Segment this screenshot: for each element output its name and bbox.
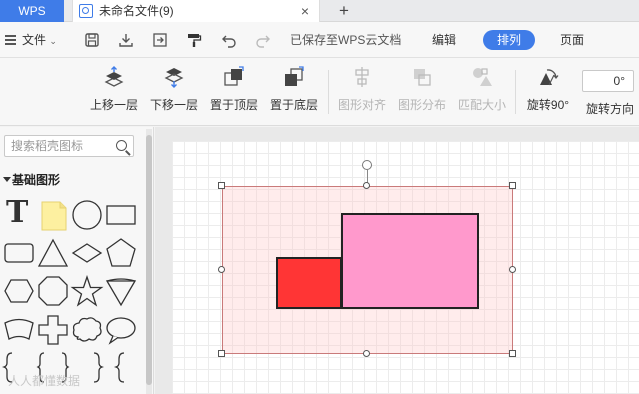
- resize-handle-top-left[interactable]: [218, 182, 225, 189]
- send-to-bottom-button[interactable]: 置于底层: [264, 66, 324, 113]
- rotate-direction-label: 旋转方向: [585, 102, 634, 116]
- file-menu[interactable]: 文件 ⌄: [22, 22, 57, 58]
- bring-to-top-label: 置于顶层: [209, 98, 258, 112]
- watermark: 人人都懂数据: [8, 374, 81, 388]
- move-down-icon: [163, 66, 185, 88]
- tab-bar: WPS 未命名文件(9) × +: [0, 0, 639, 22]
- collapse-triangle-icon: [3, 177, 11, 182]
- export-icon[interactable]: [150, 22, 170, 58]
- resize-handle-bottom-left[interactable]: [218, 350, 225, 357]
- cross-shape[interactable]: [36, 313, 70, 347]
- send-to-back-icon: [283, 66, 305, 88]
- bring-to-top-button[interactable]: 置于顶层: [204, 66, 264, 113]
- move-down-button[interactable]: 下移一层: [144, 66, 204, 113]
- menu-edit[interactable]: 编辑: [432, 22, 456, 58]
- rectangle-shape[interactable]: [104, 199, 138, 233]
- text-shape-glyph: T: [6, 195, 29, 230]
- basic-shapes-title: 基础图形: [12, 173, 61, 187]
- toolbar-divider: [328, 70, 329, 114]
- search-icon[interactable]: [116, 140, 127, 151]
- pink-rectangle[interactable]: [341, 213, 479, 309]
- file-menu-label: 文件: [22, 33, 47, 47]
- align-icon: [351, 66, 373, 88]
- wps-home-tab[interactable]: WPS: [0, 0, 64, 22]
- distribute-button[interactable]: 图形分布: [392, 66, 452, 113]
- panel-scrollbar[interactable]: [146, 129, 152, 394]
- close-tab-icon[interactable]: ×: [301, 0, 309, 22]
- bring-to-front-icon: [223, 66, 245, 88]
- save-status: 已保存至WPS云文档: [290, 33, 402, 47]
- triangle-shape[interactable]: [36, 237, 70, 271]
- text-shape[interactable]: T: [2, 195, 36, 233]
- rotate-icon: [537, 66, 559, 88]
- match-size-label: 匹配大小: [457, 98, 506, 112]
- distribute-label: 图形分布: [397, 98, 446, 112]
- toolbar-divider: [515, 70, 516, 114]
- menu-arrange[interactable]: 排列: [483, 30, 535, 50]
- arrange-toolbar: 上移一层 下移一层 置于顶层 置于底层 图形对齐 图形分布 匹配大小 旋转90°…: [0, 58, 639, 126]
- match-size-button[interactable]: 匹配大小: [452, 66, 512, 113]
- format-painter-icon[interactable]: [184, 22, 204, 58]
- rounded-rectangle-shape[interactable]: [2, 237, 36, 271]
- menu-bar: 文件 ⌄ 已保存至WPS云文档 编辑 排列 页面: [0, 22, 639, 58]
- distribute-icon: [411, 66, 433, 88]
- align-label: 图形对齐: [337, 98, 386, 112]
- rotation-handle[interactable]: [362, 160, 372, 170]
- rotate-direction-button[interactable]: 旋转方向: [580, 100, 639, 117]
- align-button[interactable]: 图形对齐: [332, 66, 392, 113]
- rotation-input[interactable]: 0°: [582, 70, 634, 92]
- resize-handle-top-right[interactable]: [509, 182, 516, 189]
- search-placeholder: 搜索稻壳图标: [11, 139, 84, 153]
- octagon-shape[interactable]: [36, 275, 70, 309]
- undo-icon[interactable]: [219, 22, 239, 58]
- shield-shape[interactable]: [104, 275, 138, 309]
- send-to-bottom-label: 置于底层: [269, 98, 318, 112]
- scrollbar-thumb[interactable]: [146, 135, 152, 385]
- menu-page[interactable]: 页面: [560, 22, 584, 58]
- download-icon[interactable]: [116, 22, 136, 58]
- save-icon[interactable]: [82, 22, 102, 58]
- redo-icon[interactable]: [253, 22, 273, 58]
- move-up-icon: [103, 66, 125, 88]
- circle-shape[interactable]: [70, 199, 104, 233]
- cloud-shape[interactable]: [70, 313, 104, 347]
- rotate-90-button[interactable]: 旋转90°: [518, 66, 578, 113]
- basic-shapes-header[interactable]: 基础图形: [0, 169, 144, 191]
- arc-band-shape[interactable]: [2, 313, 36, 347]
- speech-bubble-shape[interactable]: [104, 313, 138, 347]
- chevron-down-icon: ⌄: [49, 36, 57, 46]
- pentagon-shape[interactable]: [104, 237, 138, 271]
- resize-handle-bottom[interactable]: [363, 350, 370, 357]
- shape-grid: T: [0, 195, 144, 394]
- match-size-icon: [471, 66, 493, 88]
- rotate-90-label: 旋转90°: [526, 98, 570, 112]
- move-down-label: 下移一层: [149, 98, 198, 112]
- resize-handle-right[interactable]: [509, 266, 516, 273]
- resize-handle-top[interactable]: [363, 182, 370, 189]
- resize-handle-left[interactable]: [218, 266, 225, 273]
- move-up-button[interactable]: 上移一层: [84, 66, 144, 113]
- brace-shape[interactable]: [104, 351, 138, 385]
- shape-library-panel: 搜索稻壳图标 基础图形 T: [0, 127, 154, 394]
- note-shape[interactable]: [38, 199, 72, 233]
- document-tab[interactable]: 未命名文件(9) ×: [72, 0, 320, 22]
- shape-search-input[interactable]: 搜索稻壳图标: [4, 135, 134, 157]
- move-up-label: 上移一层: [89, 98, 138, 112]
- red-rectangle[interactable]: [276, 257, 342, 309]
- diamond-shape[interactable]: [70, 237, 104, 271]
- resize-handle-bottom-right[interactable]: [509, 350, 516, 357]
- document-tab-label: 未命名文件(9): [99, 4, 174, 18]
- menu-icon[interactable]: [5, 22, 17, 58]
- diagram-file-icon: [79, 4, 93, 18]
- star-shape[interactable]: [70, 274, 104, 309]
- new-tab-button[interactable]: +: [333, 0, 355, 22]
- hexagon-shape[interactable]: [2, 275, 36, 309]
